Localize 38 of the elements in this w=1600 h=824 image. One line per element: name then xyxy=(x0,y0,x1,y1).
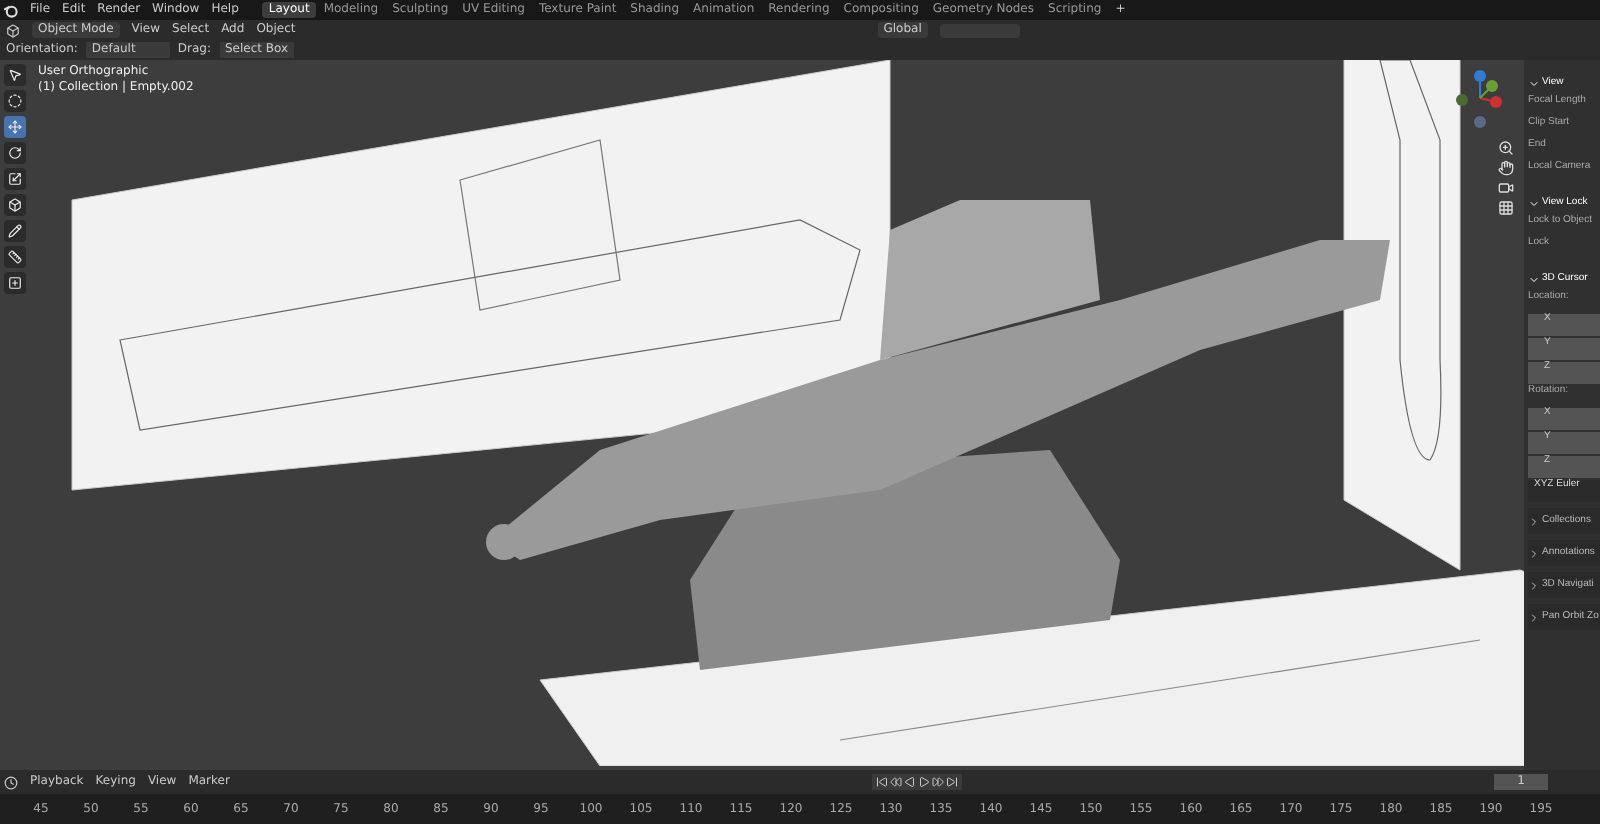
cube-icon xyxy=(8,198,22,212)
chevron-down-icon xyxy=(1528,197,1540,209)
app-logo-icon[interactable] xyxy=(4,3,18,17)
chevron-right-icon xyxy=(1528,515,1540,527)
scale-icon xyxy=(8,172,22,186)
tool-button[interactable] xyxy=(4,272,26,294)
rewind-icon[interactable] xyxy=(889,776,902,788)
hand-icon[interactable] xyxy=(1498,160,1514,176)
tool-button[interactable] xyxy=(4,194,26,216)
chevron-down-icon xyxy=(1528,77,1540,89)
dashed-circle-icon xyxy=(8,94,22,108)
cursor-arrow-icon xyxy=(8,68,22,82)
play-icon[interactable] xyxy=(917,776,930,788)
move-arrows-icon xyxy=(8,120,22,134)
skip-forward-icon[interactable] xyxy=(945,776,958,788)
chevron-right-icon xyxy=(1528,579,1540,591)
chevron-down-icon xyxy=(1528,273,1540,285)
zoom-icon[interactable] xyxy=(1498,140,1514,156)
editor-type-icon[interactable] xyxy=(6,23,20,37)
ruler-icon xyxy=(8,250,22,264)
grid-icon[interactable] xyxy=(1498,200,1514,216)
chevron-right-icon xyxy=(1528,547,1540,559)
skip-back-icon[interactable] xyxy=(875,776,888,788)
tool-button[interactable] xyxy=(4,168,26,190)
camera-icon[interactable] xyxy=(1498,180,1514,196)
pencil-icon xyxy=(8,224,22,238)
fast-forward-icon[interactable] xyxy=(931,776,944,788)
tool-button[interactable] xyxy=(4,246,26,268)
tool-button[interactable] xyxy=(4,116,26,138)
tool-button[interactable] xyxy=(4,142,26,164)
clock-icon[interactable] xyxy=(4,775,18,789)
tool-button[interactable] xyxy=(4,64,26,86)
play-reverse-icon[interactable] xyxy=(903,776,916,788)
rotate-icon xyxy=(8,146,22,160)
chevron-right-icon xyxy=(1528,611,1540,623)
plus-square-icon xyxy=(8,276,22,290)
tool-button[interactable] xyxy=(4,220,26,242)
tool-button[interactable] xyxy=(4,90,26,112)
